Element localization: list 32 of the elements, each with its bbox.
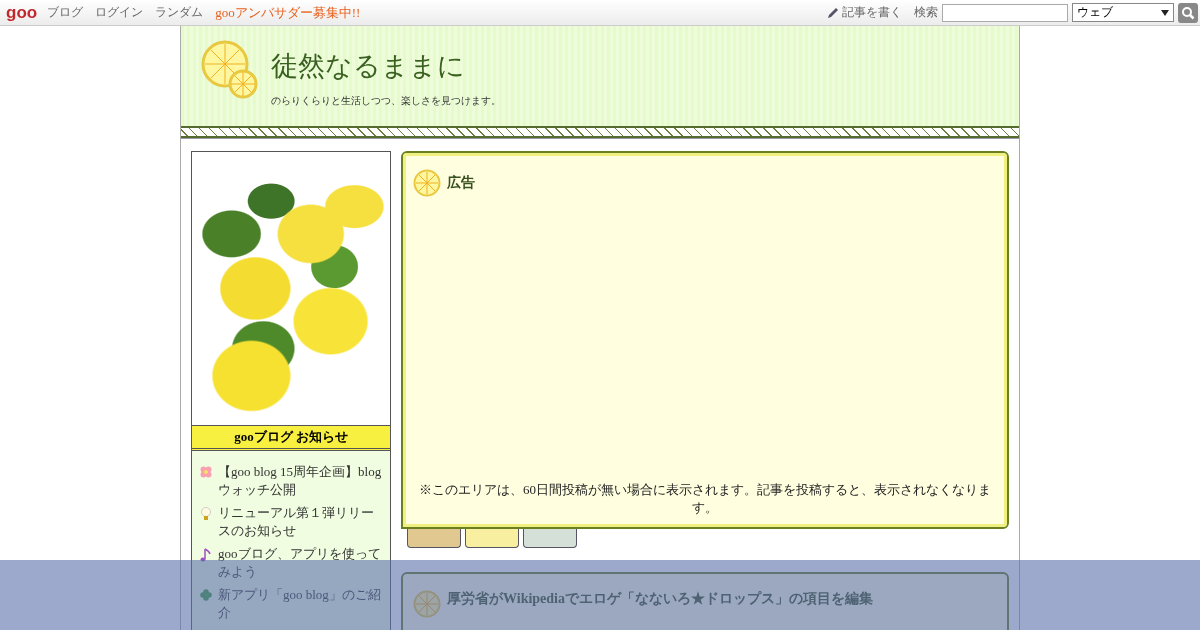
notice-link[interactable]: 新アプリ「goo blog」のご紹介	[218, 586, 384, 622]
scope-dropdown[interactable]: ウェブ	[1072, 3, 1174, 22]
top-link[interactable]: ブログ	[47, 4, 84, 21]
notice-heading: gooブログ お知らせ	[192, 425, 390, 451]
goo-logo[interactable]: goo	[6, 2, 38, 23]
notice-link[interactable]: gooブログ、アプリを使ってみよう	[218, 545, 384, 581]
clover-icon	[200, 589, 212, 601]
lemon-slice-icon	[201, 40, 259, 100]
blog-title[interactable]: 徒然なるままに	[271, 48, 501, 84]
write-link[interactable]: 記事を書く	[842, 4, 902, 21]
search-label: 検索	[914, 4, 938, 21]
notice-link[interactable]: 【goo blog 15周年企画】blogウォッチ公開	[218, 463, 384, 499]
search-button[interactable]	[1178, 2, 1198, 23]
caret-icon	[1161, 9, 1169, 16]
color-tab[interactable]	[465, 529, 519, 548]
lightbulb-icon	[200, 507, 212, 521]
blog-subtitle: のらりくらりと生活しつつ、楽しさを見つけます。	[271, 94, 501, 108]
ad-heading: 広告	[447, 174, 475, 192]
lemon-slice-icon	[413, 169, 441, 197]
notice-link[interactable]: リニューアル第１弾リリースのお知らせ	[218, 504, 384, 540]
color-tab[interactable]	[523, 529, 577, 548]
promo-link[interactable]: gooアンバサダー募集中!!	[215, 3, 361, 22]
top-link[interactable]: ログイン	[95, 4, 144, 21]
ad-notice-text: ※このエリアは、60日間投稿が無い場合に表示されます。記事を投稿すると、表示されなくなります。	[418, 481, 992, 517]
music-note-icon	[200, 548, 212, 562]
scope-value: ウェブ	[1077, 4, 1113, 21]
top-link[interactable]: ランダム	[155, 4, 204, 21]
lemon-slice-icon	[413, 590, 441, 618]
flower-icon	[200, 466, 212, 478]
pen-icon[interactable]	[826, 5, 840, 20]
search-field[interactable]	[942, 3, 1068, 22]
color-tab[interactable]	[407, 529, 461, 548]
